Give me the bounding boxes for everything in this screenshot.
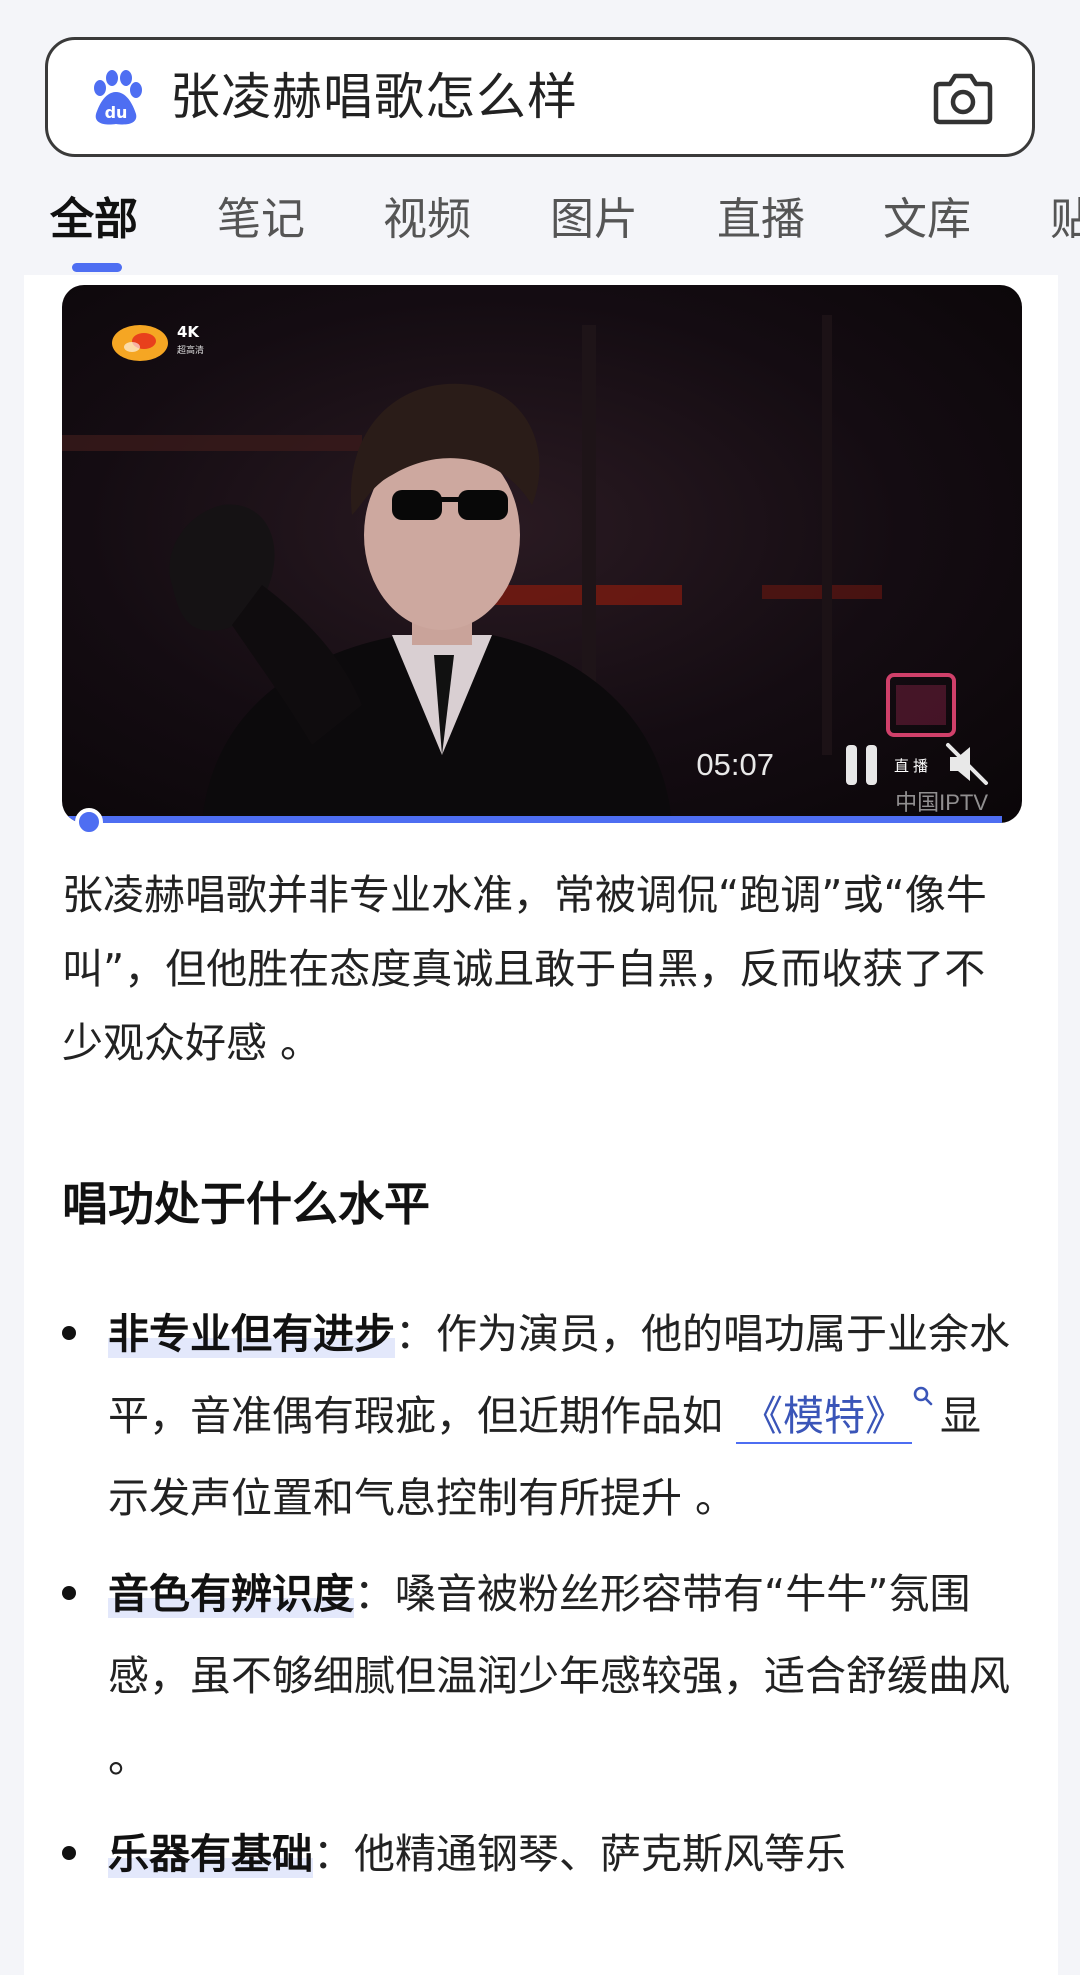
- iptv-watermark: 中国IPTV: [895, 790, 988, 815]
- show-logo-icon: [886, 673, 956, 737]
- search-bar[interactable]: du 张凌赫唱歌怎么样: [45, 37, 1035, 157]
- bullet-dot: [62, 1846, 76, 1860]
- answer-summary: 张凌赫唱歌并非专业水准，常被调侃“跑调”或“像牛叫”，但他胜在态度真诚且敢于自黑…: [62, 871, 987, 1067]
- 4k-badge: 4K: [177, 323, 200, 341]
- tab-all[interactable]: 全部: [50, 185, 138, 255]
- tab-wenku[interactable]: 文库: [883, 185, 971, 255]
- active-tab-indicator: [72, 263, 122, 272]
- tab-images[interactable]: 图片: [550, 185, 638, 255]
- bullet-list: 非专业但有进步：作为演员，他的唱功属于业余水平，音准偶有瑕疵，但近期作品如 《模…: [62, 1293, 1022, 1895]
- bullet-dot: [62, 1586, 76, 1600]
- video-duration: 05:07: [696, 747, 774, 782]
- camera-icon[interactable]: [932, 70, 994, 126]
- video-player[interactable]: 4K 超高清 05:07 直播 中国IPTV: [62, 285, 1022, 823]
- 4k-badge-sub: 超高清: [177, 346, 205, 356]
- list-item: 音色有辨识度：嗓音被粉丝形容带有“牛牛”氛围感，虽不够细腻但温润少年感较强，适合…: [62, 1553, 1022, 1799]
- video-progress-handle[interactable]: [75, 808, 103, 836]
- bullet-heading: 音色有辨识度: [108, 1570, 354, 1618]
- result-card: 4K 超高清 05:07 直播 中国IPTV 张凌赫唱歌并非专业水准，常被调侃“…: [24, 275, 1058, 1975]
- section-title: 唱功处于什么水平: [62, 1177, 430, 1231]
- bullet-heading: 乐器有基础: [108, 1830, 313, 1878]
- list-item: 非专业但有进步：作为演员，他的唱功属于业余水平，音准偶有瑕疵，但近期作品如 《模…: [62, 1293, 1022, 1539]
- bullet-dot: [62, 1326, 76, 1340]
- tab-live[interactable]: 直播: [717, 185, 805, 255]
- channel-logo-icon: [112, 325, 168, 361]
- tab-bar: 全部 笔记 视频 图片 直播 文库 贴: [0, 185, 1080, 275]
- tab-notes[interactable]: 笔记: [217, 185, 305, 255]
- entity-link-model[interactable]: 《模特》: [736, 1392, 913, 1444]
- video-progress-bar[interactable]: [62, 816, 1002, 823]
- tab-tieba[interactable]: 贴: [1050, 185, 1080, 255]
- tab-video[interactable]: 视频: [383, 185, 471, 255]
- search-input[interactable]: 张凌赫唱歌怎么样: [170, 40, 578, 154]
- mute-icon[interactable]: [944, 741, 990, 787]
- bullet-heading: 非专业但有进步: [108, 1310, 395, 1358]
- live-label: 直播: [893, 757, 932, 775]
- search-icon[interactable]: [912, 1385, 934, 1407]
- bullet-text: ：他精通钢琴、萨克斯风等乐: [313, 1830, 846, 1878]
- svg-text:du: du: [105, 103, 128, 122]
- baidu-paw-icon: du: [94, 70, 142, 125]
- list-item: 乐器有基础：他精通钢琴、萨克斯风等乐: [62, 1813, 1022, 1895]
- pause-icon[interactable]: [842, 743, 882, 787]
